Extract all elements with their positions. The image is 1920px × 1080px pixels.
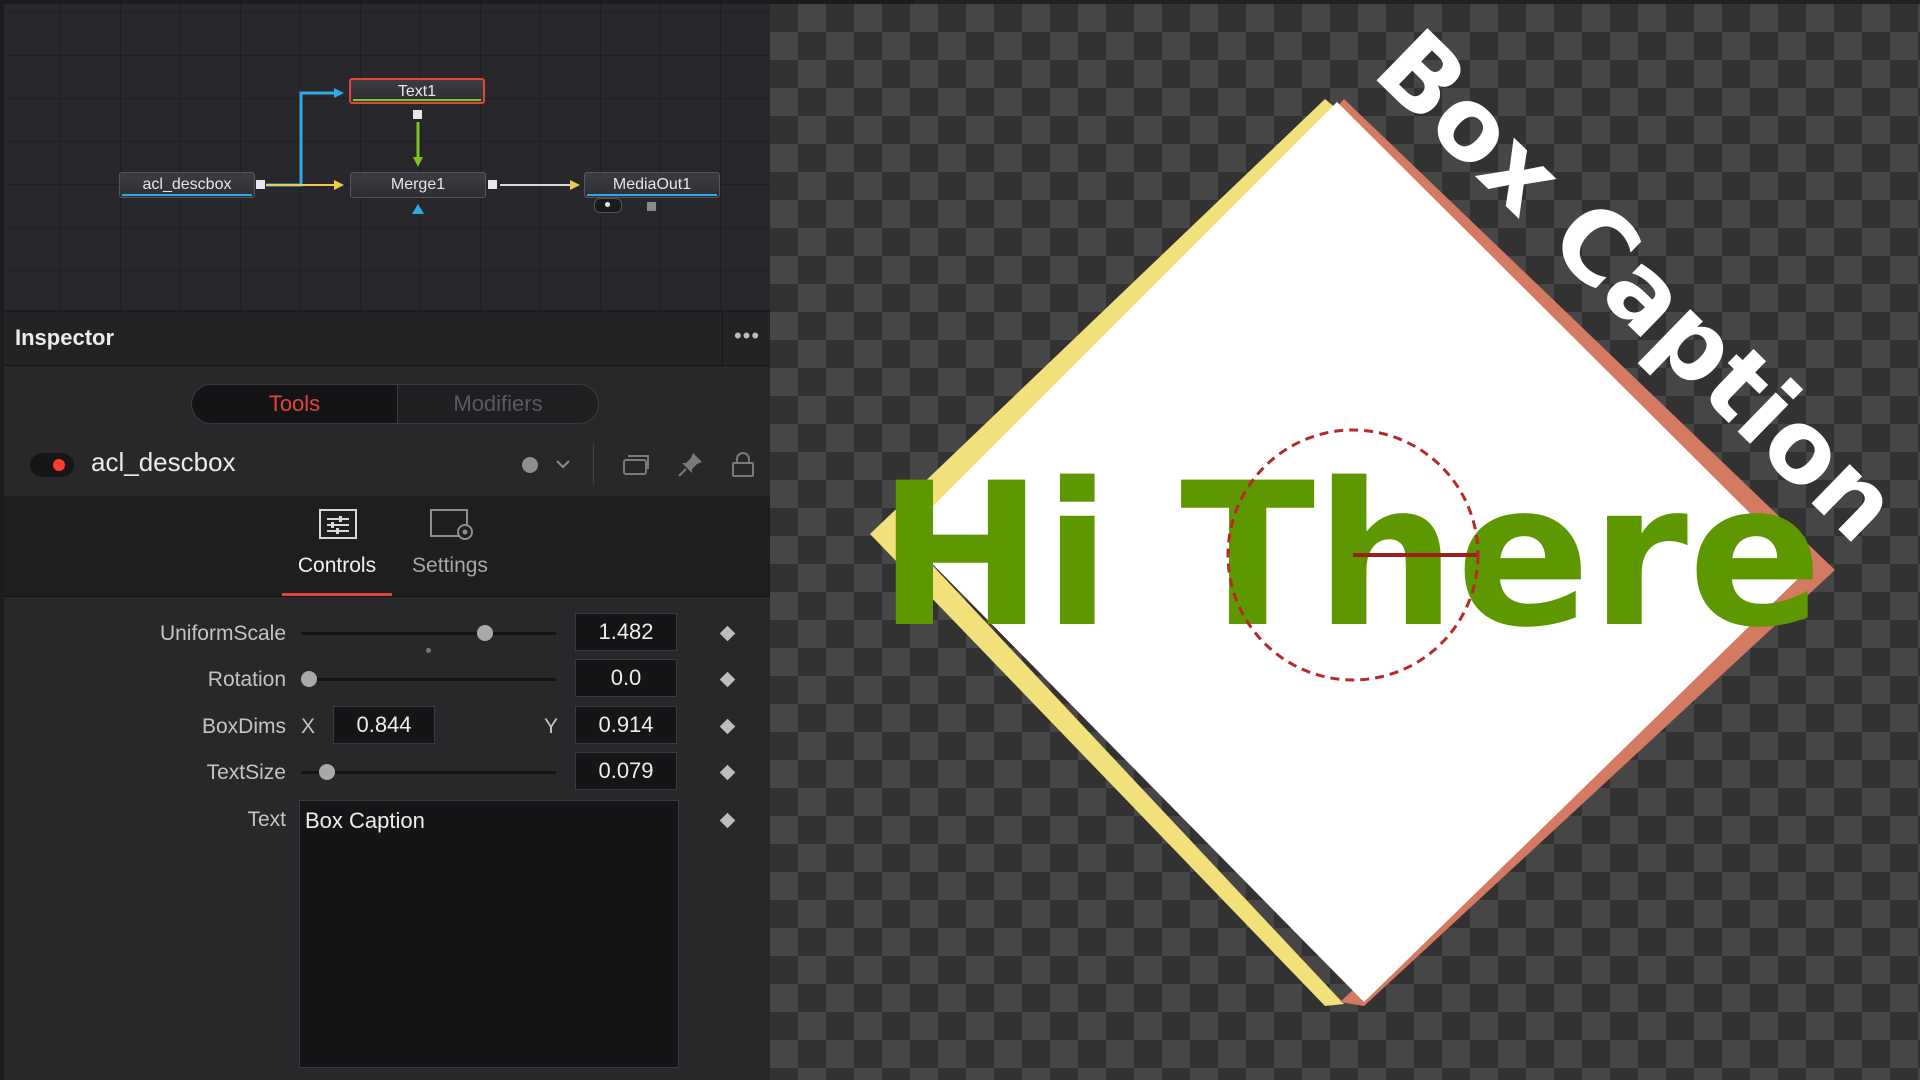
node-merge1-output-port[interactable] (488, 180, 497, 189)
node-merge1-label: Merge1 (390, 176, 446, 193)
text-param-label: Text (247, 808, 286, 831)
box-dims-keyframe-icon[interactable] (719, 718, 736, 735)
uniform-scale-field[interactable]: 1.482 (575, 613, 677, 651)
main-text: Hi There (878, 440, 1823, 671)
node-mediaout1-output-port[interactable] (647, 202, 656, 211)
node-text1-stripe (353, 99, 481, 101)
node-mediaout1-stripe (587, 194, 717, 196)
uniform-scale-slider-knob[interactable] (476, 625, 493, 641)
rotation-slider[interactable] (300, 671, 556, 687)
inspector-options-menu[interactable]: ••• (722, 312, 771, 366)
inspector-title: Inspector (15, 325, 115, 350)
settings-gear-icon (430, 509, 473, 540)
viewer-canvas: Hi There Box Caption (870, 7, 1920, 1006)
link-acl-to-text1 (266, 91, 334, 187)
node-text1-output-port[interactable] (413, 110, 422, 119)
arrow-merge1-input (334, 180, 344, 190)
uniform-scale-keyframe-icon[interactable] (719, 625, 736, 642)
tool-row-divider (593, 444, 594, 484)
tab-controls[interactable]: Controls (282, 496, 392, 596)
node-acl-descbox-output-port[interactable] (256, 180, 265, 189)
uniform-scale-slider[interactable] (301, 625, 556, 641)
box-dims-y-label: Y (544, 715, 559, 738)
pin-icon[interactable] (675, 450, 705, 480)
box-dims-x-label: X (301, 715, 316, 738)
inspector-sub-tabs: Controls Settings (4, 496, 770, 597)
node-merge1[interactable]: Merge1 (350, 172, 486, 198)
node-acl-descbox-stripe (122, 194, 252, 196)
viewer-top-border (914, 0, 1920, 4)
arrow-text1-input (334, 88, 344, 98)
node-mediaout1[interactable]: MediaOut1 (584, 172, 720, 198)
uniform-scale-default-marker (426, 648, 431, 653)
tool-header-row: acl_descbox (4, 440, 770, 488)
rotation-field[interactable]: 0.0 (575, 659, 677, 697)
tool-enable-toggle[interactable] (30, 453, 74, 477)
node-text1-label: Text1 (397, 83, 437, 100)
text-size-label: TextSize (206, 761, 286, 784)
tab-tools[interactable]: Tools (192, 385, 398, 423)
text-keyframe-icon[interactable] (719, 812, 736, 829)
uniform-scale-label: UniformScale (159, 622, 286, 645)
box-dims-x-field[interactable]: 0.844 (333, 706, 435, 744)
tab-controls-underline (282, 593, 392, 596)
tab-settings-label: Settings (412, 554, 488, 577)
box-dims-label: BoxDims (201, 715, 286, 738)
arrow-merge1-mask (412, 204, 424, 214)
arrow-merge1-fg (413, 157, 423, 167)
text-size-slider[interactable] (301, 764, 556, 780)
tab-settings[interactable]: Settings (395, 496, 505, 596)
node-acl-descbox[interactable]: acl_descbox (119, 172, 255, 198)
rotation-keyframe-icon[interactable] (719, 671, 736, 688)
box-dims-y-field[interactable]: 0.914 (575, 706, 677, 744)
sliders-icon (319, 509, 357, 539)
tools-modifiers-toggle: Tools Modifiers (191, 384, 599, 424)
node-acl-descbox-label: acl_descbox (142, 176, 232, 193)
lock-icon[interactable] (728, 450, 758, 480)
chevron-down-icon[interactable] (555, 456, 571, 472)
node-mediaout1-label: MediaOut1 (612, 176, 692, 193)
tab-controls-label: Controls (297, 554, 377, 577)
text-size-slider-knob[interactable] (318, 764, 335, 780)
text-input[interactable]: Box Caption (299, 800, 679, 1068)
version-stack-icon[interactable] (621, 450, 651, 480)
tool-name: acl_descbox (91, 447, 236, 477)
inspector-panel: Inspector ••• Tools Modifiers acl_descbo… (4, 312, 770, 1080)
text-size-field[interactable]: 0.079 (575, 752, 677, 790)
viewer[interactable]: Hi There Box Caption (770, 4, 1920, 1080)
node-mediaout1-view-indicator[interactable] (594, 198, 622, 213)
tool-color-dot-icon[interactable] (522, 457, 538, 473)
inspector-header: Inspector ••• (4, 312, 770, 366)
tab-modifiers[interactable]: Modifiers (398, 385, 598, 423)
rotation-slider-knob[interactable] (300, 671, 317, 687)
node-text1[interactable]: Text1 (349, 78, 485, 104)
arrow-mediaout1-input (570, 180, 580, 190)
rotation-label: Rotation (207, 668, 286, 691)
text-size-keyframe-icon[interactable] (719, 764, 736, 781)
